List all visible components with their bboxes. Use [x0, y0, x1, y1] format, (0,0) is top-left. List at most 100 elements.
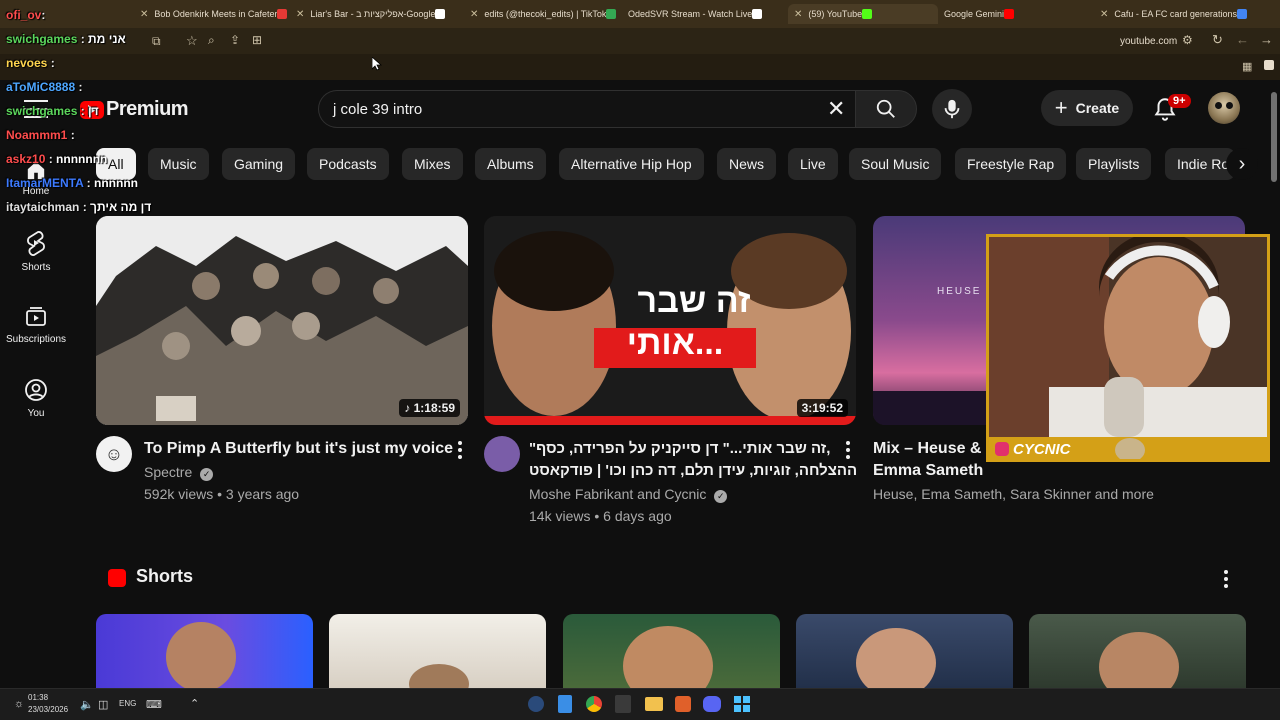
short-thumbnail[interactable]	[796, 614, 1013, 688]
app-icon[interactable]	[675, 696, 691, 712]
chrome-icon[interactable]	[586, 696, 602, 712]
weather-icon[interactable]: ☼	[14, 698, 24, 710]
epic-games-icon[interactable]	[615, 695, 631, 713]
notepad-icon[interactable]	[558, 695, 572, 713]
search-input[interactable]: j cole 39 intro	[333, 101, 422, 118]
video-thumbnail[interactable]: זה שבר אותי... 3:19:52	[484, 216, 856, 425]
clear-search-icon[interactable]: ✕	[827, 96, 845, 122]
page-scrollbar[interactable]	[1270, 84, 1278, 684]
tab-title: OdedSVR Stream - Watch Live	[628, 9, 753, 19]
site-settings-icon[interactable]: ⚙	[1182, 33, 1193, 47]
more-options-icon[interactable]	[448, 438, 472, 462]
webcam-tag-bar: CYCNIC	[989, 437, 1267, 459]
extension-icon[interactable]: ⊞	[252, 33, 262, 47]
video-title[interactable]: To Pimp A Butterfly but it's just my voi…	[144, 438, 453, 460]
more-options-icon[interactable]	[836, 438, 860, 462]
video-title[interactable]: "זה שבר אותי..." דן סייקניק על הפרידה, כ…	[529, 438, 830, 460]
tab-favicon-icon	[752, 9, 763, 19]
close-tab-icon[interactable]: ✕	[1100, 9, 1108, 20]
user-avatar[interactable]	[1208, 92, 1240, 124]
scrollbar-thumb[interactable]	[1271, 92, 1277, 182]
browser-tab[interactable]: ✕ Cafu - EA FC card generations	[1100, 4, 1278, 24]
clock-date[interactable]: 23/03/2026	[28, 705, 68, 714]
clock-time[interactable]: 01:38	[28, 693, 48, 702]
chip-podcasts[interactable]: Podcasts	[307, 148, 389, 180]
shorts-icon	[27, 231, 45, 256]
tab-manager-icon[interactable]: ⧉	[152, 34, 161, 49]
apps-grid-icon[interactable]: ▦	[1242, 60, 1252, 73]
nav-subscriptions[interactable]: Subscriptions	[0, 304, 72, 345]
tray-chevron-icon[interactable]: ⌃	[190, 697, 199, 710]
nav-you[interactable]: You	[0, 378, 72, 419]
file-explorer-icon[interactable]	[645, 697, 663, 711]
create-button[interactable]: + Create	[1041, 90, 1133, 126]
chat-text: אני מת	[88, 32, 126, 46]
chat-message: swichgames : אני מת	[6, 32, 126, 46]
keyboard-icon[interactable]: ⌨	[146, 698, 162, 711]
channel-line[interactable]: Spectre ✓	[144, 461, 214, 483]
chip-playlists[interactable]: Playlists	[1076, 148, 1152, 180]
chip-gaming[interactable]: Gaming	[222, 148, 296, 180]
chip-indie-rock[interactable]: Indie Ro	[1165, 148, 1235, 180]
discord-icon[interactable]	[703, 696, 721, 712]
subscriptions-icon	[26, 307, 46, 326]
reload-icon[interactable]: ↻	[1212, 32, 1223, 48]
language-indicator[interactable]: ENG	[119, 699, 136, 708]
chips-next-chevron-icon[interactable]: ›	[1226, 148, 1258, 180]
channel-avatar[interactable]	[484, 436, 520, 472]
share-icon[interactable]: ⇪	[230, 33, 240, 47]
video-title[interactable]: Emma Sameth	[873, 460, 1073, 482]
chat-message: swichgames : דן	[6, 104, 99, 118]
back-icon[interactable]: ←	[1236, 32, 1249, 47]
notifications-button[interactable]: 9+	[1152, 94, 1191, 124]
browser-tab[interactable]: Google Gemini	[944, 4, 1084, 24]
shorts-section-title: Shorts	[136, 566, 194, 586]
close-tab-icon[interactable]: ✕	[296, 9, 304, 20]
url-text[interactable]: youtube.com	[1120, 36, 1177, 47]
voice-search-button[interactable]	[932, 89, 972, 129]
chip-music[interactable]: Music	[148, 148, 209, 180]
browser-tab[interactable]: OdedSVR Stream - Watch Live	[628, 4, 778, 24]
browser-tab[interactable]: ✕ edits (@thecoki_edits) | TikTok	[470, 4, 620, 24]
chip-mixes[interactable]: Mixes	[402, 148, 463, 180]
chip-alternative-hip-hop[interactable]: Alternative Hip Hop	[559, 148, 704, 180]
zoom-icon[interactable]: ⌕	[208, 33, 215, 48]
tab-favicon-icon	[606, 9, 617, 19]
nav-shorts[interactable]: Shorts	[0, 230, 72, 273]
video-title[interactable]: Mix – Heuse & Z	[873, 438, 996, 460]
windows-start-icon[interactable]	[734, 696, 750, 712]
shorts-more-options-icon[interactable]	[1214, 567, 1238, 591]
sidebar-toggle-icon[interactable]	[1264, 60, 1274, 70]
search-button[interactable]	[855, 90, 917, 128]
browser-tab[interactable]: ✕ Liar's Bar - אפליקציות ב-Google	[296, 4, 456, 24]
chip-news[interactable]: News	[717, 148, 777, 180]
network-icon[interactable]: ◫	[98, 698, 108, 711]
short-thumbnail[interactable]	[1029, 614, 1246, 688]
chat-message: askz10 : nnnnnnn	[6, 152, 108, 166]
short-thumbnail[interactable]	[329, 614, 546, 688]
chip-freestyle-rap[interactable]: Freestyle Rap	[955, 148, 1067, 180]
chip-live[interactable]: Live	[788, 148, 838, 180]
browser-tab-active[interactable]: ✕ (59) YouTube	[788, 4, 938, 24]
channel-line[interactable]: Moshe Fabrikant and Cycnic ✓	[529, 483, 728, 505]
close-tab-icon[interactable]: ✕	[794, 9, 802, 20]
close-tab-icon[interactable]: ✕	[140, 9, 148, 20]
short-thumbnail[interactable]	[563, 614, 780, 688]
close-tab-icon[interactable]: ✕	[470, 9, 478, 20]
chip-albums[interactable]: Albums	[475, 148, 546, 180]
browser-tab[interactable]: ✕ Bob Odenkirk Meets in Cafeter	[140, 4, 290, 24]
video-duration: 3:19:52	[796, 399, 848, 417]
steam-icon[interactable]	[528, 696, 544, 712]
channel-avatar[interactable]: ☺	[96, 436, 132, 472]
chip-soul-music[interactable]: Soul Music	[849, 148, 942, 180]
search-box[interactable]: j cole 39 intro ✕	[318, 90, 856, 128]
short-thumbnail[interactable]	[96, 614, 313, 688]
channel-name[interactable]: Moshe Fabrikant and Cycnic	[529, 486, 706, 502]
tab-title: Bob Odenkirk Meets in Cafeter	[154, 9, 278, 19]
volume-icon[interactable]: 🔈	[80, 698, 94, 711]
bookmark-star-icon[interactable]: ☆	[186, 33, 198, 49]
channel-name[interactable]: Spectre	[144, 464, 192, 480]
forward-icon[interactable]: →	[1260, 32, 1273, 47]
video-title[interactable]: ההצלחה, זוגיות, עידן תלם, דה כהן וכו' | …	[529, 460, 857, 482]
video-thumbnail[interactable]: ♪ 1:18:59	[96, 216, 468, 425]
